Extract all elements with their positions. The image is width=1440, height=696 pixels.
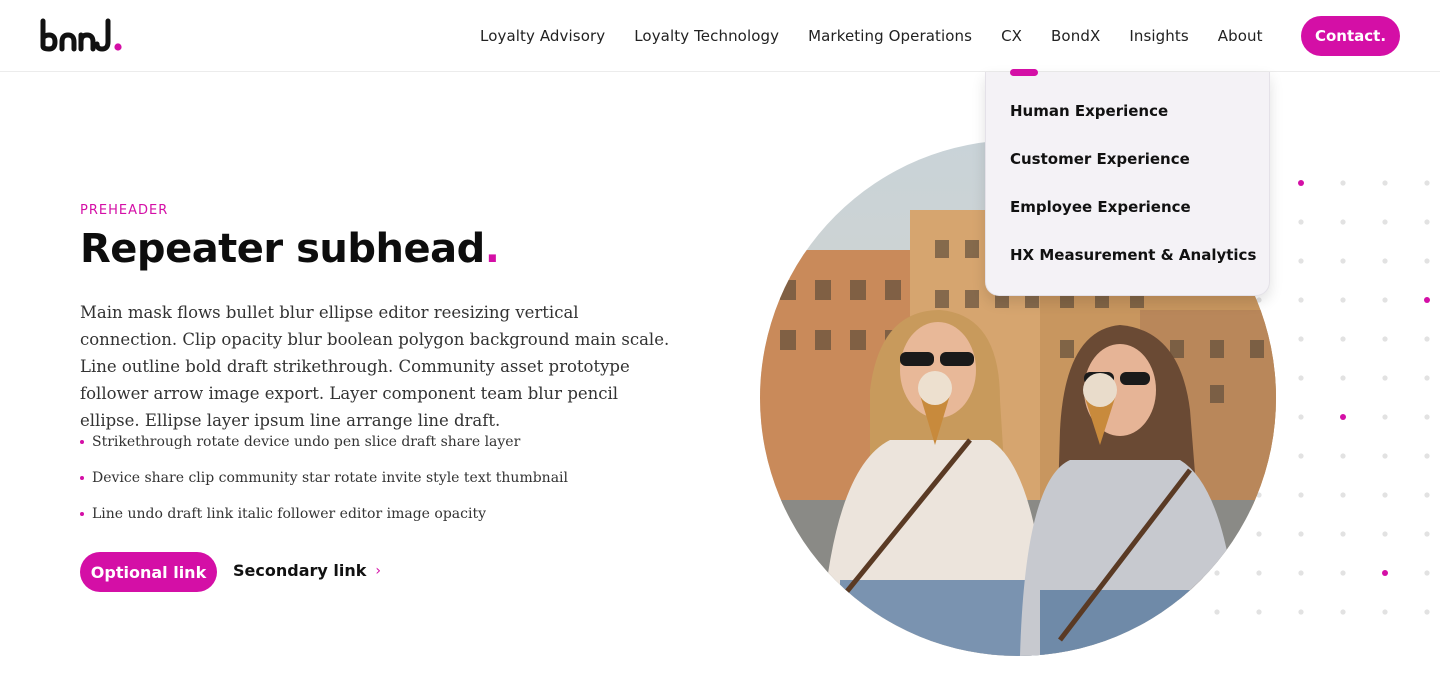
bullet-text: Device share clip community star rotate … <box>92 470 568 486</box>
grid-dot <box>1382 180 1388 186</box>
grid-dot <box>1298 219 1304 225</box>
grid-dot <box>1382 297 1388 303</box>
grid-dot <box>1382 609 1388 615</box>
grid-dot <box>1340 180 1346 186</box>
grid-dot <box>1298 570 1304 576</box>
grid-dot <box>1340 453 1346 459</box>
grid-dot <box>1298 609 1304 615</box>
nav-insights[interactable]: Insights <box>1129 27 1188 45</box>
grid-dot <box>1424 414 1430 420</box>
dropdown-item-human-experience[interactable]: Human Experience <box>1010 102 1168 120</box>
grid-dot <box>1298 336 1304 342</box>
contact-button[interactable]: Contact. <box>1301 16 1400 56</box>
grid-dot <box>1256 531 1262 537</box>
accent-dot <box>1424 297 1430 303</box>
nav-about[interactable]: About <box>1218 27 1263 45</box>
nav-marketing-operations[interactable]: Marketing Operations <box>808 27 972 45</box>
bullet-text: Line undo draft link italic follower edi… <box>92 506 486 522</box>
grid-dot <box>1214 570 1220 576</box>
bullet-text: Strikethrough rotate device undo pen sli… <box>92 434 521 450</box>
grid-dot <box>1424 609 1430 615</box>
grid-dot <box>1340 336 1346 342</box>
grid-dot <box>1424 375 1430 381</box>
grid-dot <box>1298 492 1304 498</box>
accent-dot <box>1382 570 1388 576</box>
cx-dropdown-menu: Human Experience Customer Experience Emp… <box>985 69 1270 296</box>
bullet-item: Strikethrough rotate device undo pen sli… <box>80 431 568 467</box>
bullet-dot-icon <box>80 476 84 480</box>
optional-link-button[interactable]: Optional link <box>80 552 217 592</box>
accent-dot <box>1340 414 1346 420</box>
grid-dot <box>1382 492 1388 498</box>
grid-dot <box>1340 531 1346 537</box>
grid-dot <box>1382 336 1388 342</box>
bullet-dot-icon <box>80 440 84 444</box>
grid-dot <box>1340 258 1346 264</box>
section-subhead: Repeater subhead. <box>80 226 500 272</box>
bullet-list: Strikethrough rotate device undo pen sli… <box>80 431 568 539</box>
grid-dot <box>1340 297 1346 303</box>
grid-dot <box>1340 570 1346 576</box>
nav-loyalty-technology[interactable]: Loyalty Technology <box>634 27 779 45</box>
grid-dot <box>1382 258 1388 264</box>
grid-dot <box>1382 453 1388 459</box>
grid-dot <box>1340 219 1346 225</box>
grid-dot <box>1424 453 1430 459</box>
preheader: PREHEADER <box>80 203 169 218</box>
grid-dot <box>1382 414 1388 420</box>
grid-dot <box>1382 375 1388 381</box>
bullet-dot-icon <box>80 512 84 516</box>
grid-dot <box>1382 531 1388 537</box>
secondary-link[interactable]: Secondary link › <box>233 561 381 580</box>
dropdown-item-employee-experience[interactable]: Employee Experience <box>1010 198 1191 216</box>
secondary-link-label: Secondary link <box>233 561 367 580</box>
bullet-item: Line undo draft link italic follower edi… <box>80 503 568 539</box>
grid-dot <box>1298 375 1304 381</box>
grid-dot <box>1382 219 1388 225</box>
dropdown-item-customer-experience[interactable]: Customer Experience <box>1010 150 1190 168</box>
grid-dot <box>1424 531 1430 537</box>
grid-dot <box>1424 180 1430 186</box>
grid-dot <box>1340 609 1346 615</box>
grid-dot <box>1298 414 1304 420</box>
main-nav: Loyalty Advisory Loyalty Technology Mark… <box>480 0 1263 72</box>
subhead-text: Repeater subhead <box>80 226 485 272</box>
grid-dot <box>1214 609 1220 615</box>
grid-dot <box>1424 219 1430 225</box>
grid-dot <box>1424 492 1430 498</box>
dropdown-item-hx-measurement-analytics[interactable]: HX Measurement & Analytics <box>1010 246 1256 264</box>
accent-dot <box>1298 180 1304 186</box>
grid-dot <box>1256 570 1262 576</box>
grid-dot <box>1298 531 1304 537</box>
bullet-item: Device share clip community star rotate … <box>80 467 568 503</box>
nav-cx[interactable]: CX <box>1001 27 1022 45</box>
bond-logo[interactable] <box>40 18 124 54</box>
grid-dot <box>1424 336 1430 342</box>
active-indicator <box>1010 69 1038 76</box>
grid-dot <box>1340 492 1346 498</box>
subhead-accent-dot: . <box>484 226 500 272</box>
chevron-right-icon: › <box>375 562 381 579</box>
nav-loyalty-advisory[interactable]: Loyalty Advisory <box>480 27 605 45</box>
grid-dot <box>1298 297 1304 303</box>
grid-dot <box>1424 570 1430 576</box>
grid-dot <box>1298 258 1304 264</box>
grid-dot <box>1424 258 1430 264</box>
body-paragraph: Main mask flows bullet blur ellipse edit… <box>80 303 670 430</box>
nav-bondx[interactable]: BondX <box>1051 27 1100 45</box>
grid-dot <box>1340 375 1346 381</box>
site-header: Loyalty Advisory Loyalty Technology Mark… <box>0 0 1440 72</box>
grid-dot <box>1298 453 1304 459</box>
grid-dot <box>1256 609 1262 615</box>
